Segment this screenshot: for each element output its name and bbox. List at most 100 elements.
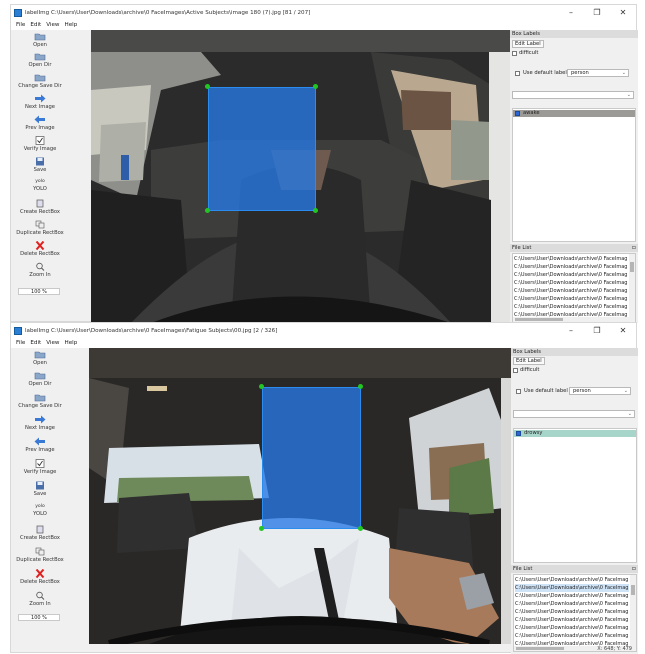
save-button[interactable]: Save <box>11 157 69 173</box>
file-item[interactable]: C:\Users\User\Downloads\archive\0 FaceIm… <box>515 624 629 632</box>
menu-edit[interactable]: Edit <box>30 340 41 346</box>
file-item[interactable]: C:\Users\User\Downloads\archive\0 FaceIm… <box>515 616 629 624</box>
close-button[interactable]: ✕ <box>610 323 636 338</box>
duplicate-rectbox-button[interactable]: Duplicate RectBox <box>11 220 69 236</box>
default-label-input[interactable]: person ⌄ <box>569 387 631 395</box>
open-dir-button[interactable]: Open Dir <box>11 52 69 68</box>
difficult-checkbox[interactable] <box>513 368 518 373</box>
file-list-title: File List <box>513 566 533 572</box>
label-checkbox[interactable] <box>516 431 521 436</box>
yolo-format-button[interactable]: yolo YOLO <box>11 178 69 192</box>
label-list[interactable]: drowsy <box>513 428 637 563</box>
zoom-percentage[interactable]: 100 % <box>18 288 60 295</box>
file-list-vscrollbar[interactable] <box>630 575 636 651</box>
float-panel-icon[interactable]: ▫ <box>632 565 636 573</box>
file-item[interactable]: C:\Users\User\Downloads\archive\0 FaceIm… <box>514 255 628 263</box>
default-label-input[interactable]: person ⌄ <box>567 69 629 77</box>
file-item[interactable]: C:\Users\User\Downloads\archive\0 FaceIm… <box>514 271 628 279</box>
file-list[interactable]: C:\Users\User\Downloads\archive\0 FaceIm… <box>512 253 636 323</box>
menu-help[interactable]: Help <box>65 22 78 28</box>
bbox-handle-bottom-left[interactable] <box>259 526 264 531</box>
label-checkbox[interactable] <box>515 111 520 116</box>
change-save-dir-button[interactable]: Change Save Dir <box>11 73 69 89</box>
maximize-button[interactable]: ❐ <box>584 5 610 20</box>
file-item[interactable]: C:\Users\User\Downloads\archive\0 FaceIm… <box>514 279 628 287</box>
prev-image-button[interactable]: Prev Image <box>11 437 69 453</box>
delete-rectbox-button[interactable]: Delete RectBox <box>11 569 69 585</box>
label-filter-combo[interactable]: ⌄ <box>512 91 634 99</box>
change-save-dir-button[interactable]: Change Save Dir <box>11 393 69 409</box>
bounding-box-drowsy[interactable] <box>262 387 361 529</box>
scrollbar-thumb[interactable] <box>515 318 563 321</box>
close-button[interactable]: ✕ <box>610 5 636 20</box>
label-filter-combo[interactable]: ⌄ <box>513 410 635 418</box>
bbox-handle-bottom-left[interactable] <box>205 208 210 213</box>
menu-view[interactable]: View <box>46 22 59 28</box>
minimize-button[interactable]: – <box>558 5 584 20</box>
file-item[interactable]: C:\Users\User\Downloads\archive\0 FaceIm… <box>515 576 629 584</box>
file-item[interactable]: C:\Users\User\Downloads\archive\0 FaceIm… <box>515 600 629 608</box>
bbox-handle-top-right[interactable] <box>358 384 363 389</box>
minimize-button[interactable]: – <box>558 323 584 338</box>
bbox-handle-bottom-right[interactable] <box>358 526 363 531</box>
verify-image-button[interactable]: Verify Image <box>11 136 69 152</box>
verify-image-button[interactable]: Verify Image <box>11 459 69 475</box>
menu-file[interactable]: File <box>16 340 25 346</box>
duplicate-rectbox-button[interactable]: Duplicate RectBox <box>11 547 69 563</box>
use-default-label-checkbox[interactable] <box>516 389 521 394</box>
image-canvas[interactable] <box>91 30 510 323</box>
file-item-selected[interactable]: C:\Users\User\Downloads\archive\0 FaceIm… <box>515 584 629 592</box>
menu-view[interactable]: View <box>46 340 59 346</box>
menu-edit[interactable]: Edit <box>30 22 41 28</box>
file-list-vscrollbar[interactable] <box>629 254 635 322</box>
create-rectbox-button[interactable]: Create RectBox <box>11 525 69 541</box>
create-rectbox-button[interactable]: Create RectBox <box>11 199 69 215</box>
delete-rectbox-button[interactable]: Delete RectBox <box>11 241 69 257</box>
zoom-in-button[interactable]: Zoom In <box>11 262 69 278</box>
file-item[interactable]: C:\Users\User\Downloads\archive\0 FaceIm… <box>515 608 629 616</box>
label-item-awake[interactable]: awake <box>513 110 635 117</box>
toolbar: Open Open Dir Change Save Dir Next Image… <box>11 348 69 652</box>
edit-label-button[interactable]: Edit Label <box>512 40 544 48</box>
duplicate-icon <box>35 547 45 556</box>
chevron-down-icon: ⌄ <box>621 70 626 76</box>
bbox-handle-bottom-right[interactable] <box>313 208 318 213</box>
cursor-position-status: X: 648; Y: 479 <box>597 646 632 652</box>
prev-image-button[interactable]: Prev Image <box>11 115 69 131</box>
scrollbar-thumb[interactable] <box>631 585 635 595</box>
zoom-in-button[interactable]: Zoom In <box>11 591 69 607</box>
scrollbar-thumb[interactable] <box>516 647 564 650</box>
use-default-label-checkbox[interactable] <box>515 71 520 76</box>
edit-label-button[interactable]: Edit Label <box>513 357 545 365</box>
file-item[interactable]: C:\Users\User\Downloads\archive\0 FaceIm… <box>514 295 628 303</box>
open-dir-button[interactable]: Open Dir <box>11 371 69 387</box>
bounding-box-awake[interactable] <box>208 87 316 211</box>
menu-file[interactable]: File <box>16 22 25 28</box>
next-image-button[interactable]: Next Image <box>11 415 69 431</box>
file-list[interactable]: C:\Users\User\Downloads\archive\0 FaceIm… <box>513 574 637 652</box>
scrollbar-thumb[interactable] <box>630 262 634 272</box>
file-item[interactable]: C:\Users\User\Downloads\archive\0 FaceIm… <box>514 263 628 271</box>
image-canvas[interactable] <box>89 348 511 644</box>
file-item[interactable]: C:\Users\User\Downloads\archive\0 FaceIm… <box>515 632 629 640</box>
bbox-handle-top-right[interactable] <box>313 84 318 89</box>
save-button[interactable]: Save <box>11 481 69 497</box>
yolo-format-button[interactable]: yolo YOLO <box>11 503 69 517</box>
bbox-handle-top-left[interactable] <box>259 384 264 389</box>
folder-open-icon <box>34 372 46 380</box>
label-list[interactable]: awake <box>512 108 636 242</box>
verify-image-label: Verify Image <box>23 469 57 475</box>
open-button[interactable]: Open <box>11 350 69 366</box>
file-item[interactable]: C:\Users\User\Downloads\archive\0 FaceIm… <box>515 592 629 600</box>
label-item-drowsy[interactable]: drowsy <box>514 430 636 437</box>
open-button[interactable]: Open <box>11 32 69 48</box>
bbox-handle-top-left[interactable] <box>205 84 210 89</box>
menu-help[interactable]: Help <box>65 340 78 346</box>
file-item[interactable]: C:\Users\User\Downloads\archive\0 FaceIm… <box>514 303 628 311</box>
maximize-button[interactable]: ❐ <box>584 323 610 338</box>
float-panel-icon[interactable]: ▫ <box>632 244 636 252</box>
zoom-percentage[interactable]: 100 % <box>18 614 60 621</box>
difficult-checkbox[interactable] <box>512 51 517 56</box>
file-item[interactable]: C:\Users\User\Downloads\archive\0 FaceIm… <box>514 287 628 295</box>
next-image-button[interactable]: Next Image <box>11 94 69 110</box>
